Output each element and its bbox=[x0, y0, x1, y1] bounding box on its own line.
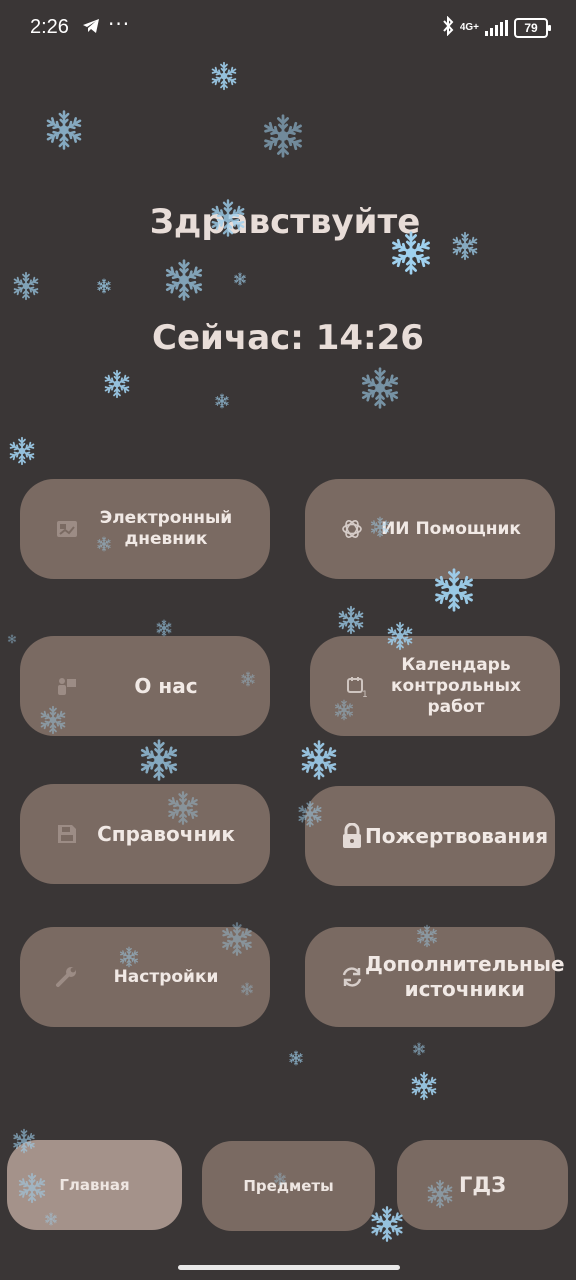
signal-icon bbox=[485, 20, 508, 36]
wrench-icon bbox=[54, 964, 80, 990]
calendar-icon: 1 bbox=[344, 673, 370, 699]
tile-additional-sources[interactable]: Дополнительные источники bbox=[305, 927, 565, 1027]
snowflake-icon bbox=[102, 369, 132, 403]
status-indicators: 4G+ 79 bbox=[442, 15, 551, 40]
tile-label: Дополнительные источники bbox=[365, 952, 565, 1001]
snowflake-icon bbox=[412, 1041, 426, 1060]
snowflake-icon bbox=[409, 1071, 439, 1105]
snowflake-icon bbox=[214, 393, 230, 413]
nav-label: Главная bbox=[59, 1176, 130, 1194]
network-type: 4G+ bbox=[459, 22, 479, 33]
save-icon bbox=[54, 821, 80, 847]
refresh-icon bbox=[339, 964, 365, 990]
tile-label: Справочник bbox=[97, 821, 235, 846]
snowflake-icon bbox=[137, 738, 181, 786]
snowflake-icon bbox=[358, 366, 402, 414]
person-board-icon bbox=[54, 673, 80, 699]
status-time: 2:26 bbox=[30, 16, 69, 38]
nav-label: ГДЗ bbox=[458, 1173, 506, 1197]
snowflake-icon bbox=[7, 629, 17, 648]
svg-text:1: 1 bbox=[362, 690, 368, 698]
nav-label: Предметы bbox=[243, 1177, 334, 1195]
tile-donations[interactable]: Пожертвования bbox=[305, 786, 555, 886]
nav-subjects[interactable]: Предметы bbox=[202, 1141, 375, 1231]
snowflake-icon bbox=[260, 113, 306, 163]
tile-reference[interactable]: Справочник bbox=[20, 784, 270, 884]
tile-label: Электронный дневник bbox=[99, 508, 233, 549]
tile-electronic-diary[interactable]: Электронный дневник bbox=[20, 479, 270, 579]
snowflake-icon bbox=[43, 109, 85, 155]
tile-label: Настройки bbox=[113, 966, 219, 987]
tile-settings[interactable]: Настройки bbox=[20, 927, 270, 1027]
greeting-title: Здравствуйте bbox=[149, 202, 421, 242]
snowflake-icon bbox=[336, 605, 366, 639]
battery-icon: 79 bbox=[514, 18, 551, 38]
status-bar: 2:26 ··· 4G+ 79 bbox=[0, 0, 576, 58]
home-indicator bbox=[178, 1265, 400, 1270]
openai-icon bbox=[339, 516, 365, 542]
tile-label: О нас bbox=[134, 673, 198, 698]
snowflake-icon bbox=[209, 61, 239, 95]
lock-icon bbox=[339, 823, 365, 849]
snowflake-icon bbox=[298, 739, 340, 785]
snowflake-icon bbox=[233, 271, 247, 290]
tile-label: Календарь контрольных работ bbox=[391, 654, 521, 717]
bluetooth-icon bbox=[442, 15, 454, 40]
tile-label: Пожертвования bbox=[365, 823, 549, 848]
snowflake-icon bbox=[288, 1050, 304, 1070]
diary-icon bbox=[54, 516, 80, 542]
tile-test-calendar[interactable]: 1 Календарь контрольных работ bbox=[310, 636, 560, 736]
snowflake-icon bbox=[162, 258, 206, 306]
more-notifications-icon: ··· bbox=[108, 12, 131, 36]
snowflake-icon bbox=[96, 278, 112, 298]
snowflake-icon bbox=[7, 436, 37, 470]
nav-gdz[interactable]: ГДЗ bbox=[397, 1140, 568, 1230]
snowflake-icon bbox=[11, 271, 41, 305]
tile-about-us[interactable]: О нас bbox=[20, 636, 270, 736]
telegram-icon bbox=[82, 18, 100, 38]
current-time-text: Сейчас: 14:26 bbox=[152, 318, 424, 358]
tile-label: ИИ Помощник bbox=[381, 518, 521, 539]
tile-ai-assistant[interactable]: ИИ Помощник bbox=[305, 479, 555, 579]
nav-home[interactable]: Главная bbox=[7, 1140, 182, 1230]
